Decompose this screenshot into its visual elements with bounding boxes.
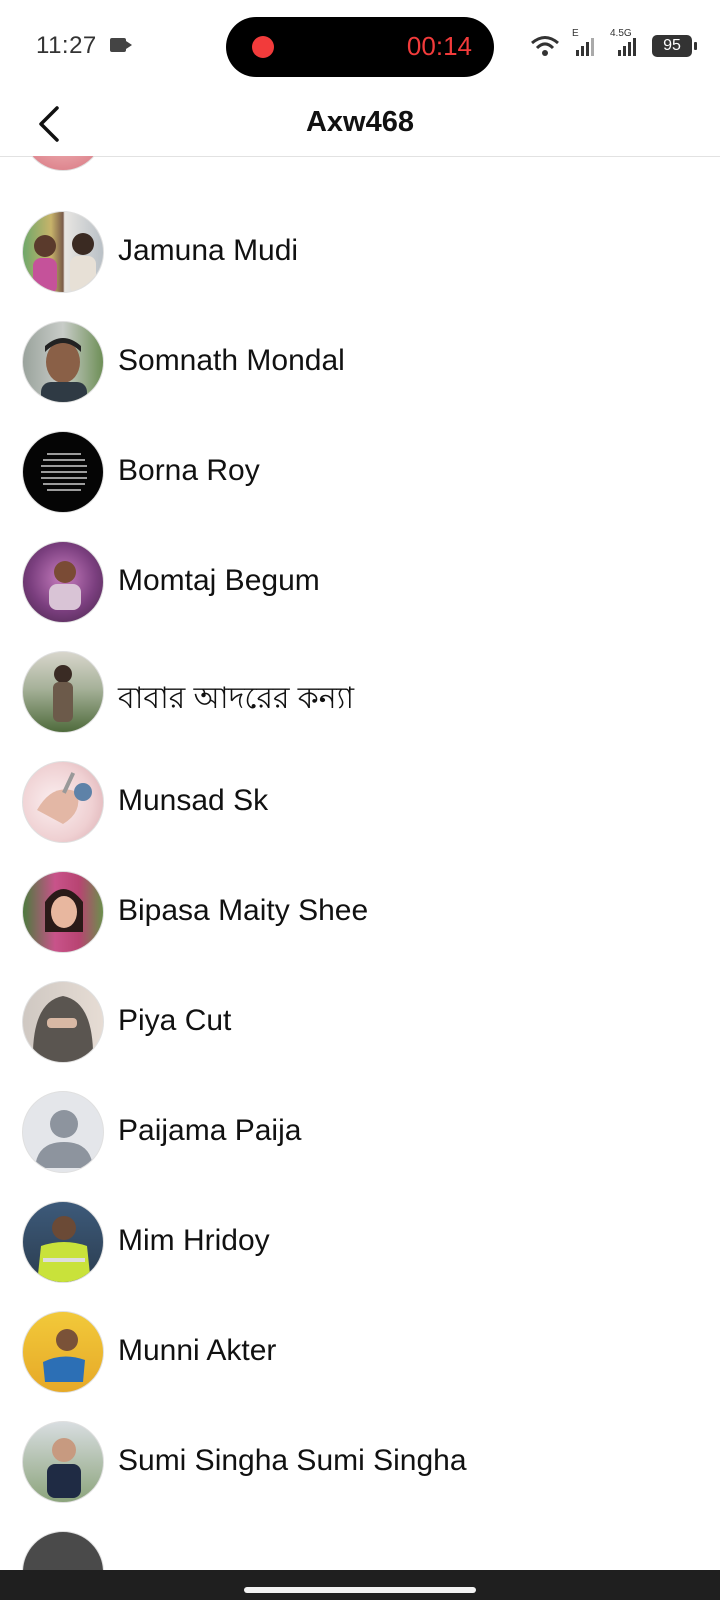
avatar xyxy=(22,211,104,293)
home-indicator[interactable] xyxy=(244,1587,476,1593)
app-header: Axw468 xyxy=(0,92,720,157)
battery-icon: 95 xyxy=(652,35,697,57)
signal-icon-2: 4.5G xyxy=(610,28,640,58)
avatar xyxy=(22,1311,104,1393)
contact-name: Piya Cut xyxy=(118,1004,232,1037)
avatar xyxy=(22,541,104,623)
wifi-icon xyxy=(531,36,559,56)
avatar xyxy=(22,156,104,171)
avatar xyxy=(22,1421,104,1503)
list-item-partial-top[interactable] xyxy=(0,156,720,186)
default-avatar-icon xyxy=(35,1110,93,1168)
contact-name: Mim Hridoy xyxy=(118,1224,270,1257)
list-item[interactable]: বাবার আদরের কন্যা xyxy=(0,636,720,748)
contact-name: Sumi Singha Sumi Singha xyxy=(118,1444,467,1477)
list-item[interactable]: Borna Roy xyxy=(0,416,720,528)
contact-name: Munni Akter xyxy=(118,1334,277,1367)
list-item[interactable]: Jamuna Mudi xyxy=(0,196,720,308)
avatar xyxy=(22,761,104,843)
status-time: 11:27 xyxy=(36,32,97,59)
list-item[interactable]: Munsad Sk xyxy=(0,746,720,858)
system-navigation-bar xyxy=(0,1570,720,1600)
avatar xyxy=(22,431,104,513)
contact-name: Momtaj Begum xyxy=(118,564,320,597)
video-camera-icon xyxy=(110,38,132,52)
avatar xyxy=(22,871,104,953)
list-item[interactable]: Somnath Mondal xyxy=(0,306,720,418)
avatar xyxy=(22,981,104,1063)
screen-recording-pill[interactable]: 00:14 xyxy=(226,17,494,77)
contact-name: Munsad Sk xyxy=(118,784,269,817)
list-item[interactable]: Sumi Singha Sumi Singha xyxy=(0,1406,720,1518)
list-item[interactable]: Paijama Paija xyxy=(0,1076,720,1188)
avatar xyxy=(22,1091,104,1173)
avatar xyxy=(22,321,104,403)
contact-name: বাবার আদরের কন্যা xyxy=(118,682,355,715)
contact-name: Bipasa Maity Shee xyxy=(118,894,369,927)
avatar xyxy=(22,1201,104,1283)
contact-name: Jamuna Mudi xyxy=(118,234,299,267)
list-item[interactable]: Piya Cut xyxy=(0,966,720,1078)
list-item[interactable]: Bipasa Maity Shee xyxy=(0,856,720,968)
page-title: Axw468 xyxy=(305,106,414,138)
avatar xyxy=(22,1531,104,1570)
list-item[interactable]: Mim Hridoy xyxy=(0,1186,720,1298)
status-bar: 11:27 00:14 E 4.5G 95 xyxy=(0,0,720,92)
status-icons: E 4.5G 95 xyxy=(530,28,697,62)
contact-list[interactable]: Jamuna Mudi Somnath Mondal Borna Roy Mom… xyxy=(0,156,720,1570)
list-item-partial-bottom[interactable] xyxy=(0,1516,720,1570)
contact-name: Somnath Mondal xyxy=(118,344,345,377)
contact-name: Paijama Paija xyxy=(118,1114,302,1147)
avatar xyxy=(22,651,104,733)
signal-icon: E xyxy=(572,28,598,58)
list-item[interactable]: Munni Akter xyxy=(0,1296,720,1408)
list-item[interactable]: Momtaj Begum xyxy=(0,526,720,638)
recording-timer: 00:14 xyxy=(406,31,472,61)
record-dot-icon xyxy=(252,36,274,58)
contact-name: Borna Roy xyxy=(118,454,260,487)
